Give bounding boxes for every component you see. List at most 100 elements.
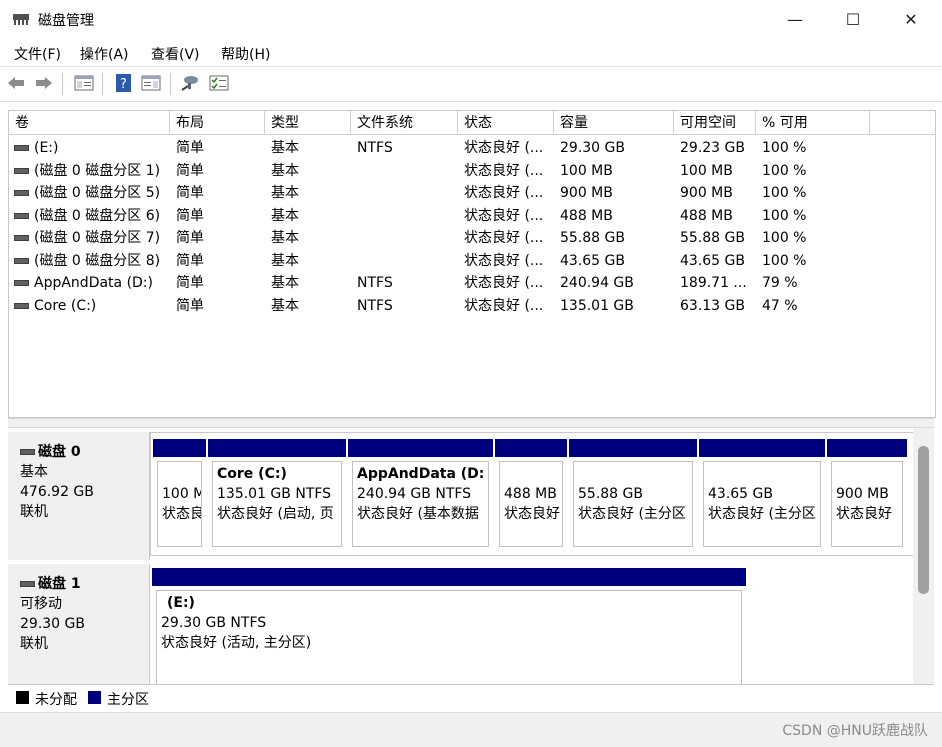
col-header-layout[interactable]: 布局: [170, 111, 265, 135]
forward-arrow-icon[interactable]: [34, 74, 54, 92]
menu-help[interactable]: 帮助(H): [221, 44, 270, 64]
partition-block[interactable]: 488 MB 状态良好: [495, 439, 567, 551]
primary-partition-bar: [152, 568, 746, 586]
partition-size: 240.94 GB NTFS: [357, 486, 472, 502]
table-cell: 29.30 GB: [560, 140, 625, 156]
legend-label-unallocated: 未分配: [35, 692, 77, 708]
partition-status: 状态良好 (基本数据: [357, 506, 479, 522]
table-cell: (磁盘 0 磁盘分区 6): [34, 207, 161, 224]
table-row[interactable]: (磁盘 0 磁盘分区 7) 简单 基本 状态良好 (... 55.88 GB 55.88 …: [9, 227, 935, 249]
table-cell: 63.13 GB: [680, 297, 745, 314]
back-arrow-icon[interactable]: [6, 74, 26, 92]
table-cell: 简单: [176, 297, 204, 314]
disk-1-label[interactable]: 磁盘 1 可移动 29.30 GB 联机: [8, 564, 150, 684]
table-row[interactable]: Core (C:) 简单 基本 NTFS 状态良好 (... 135.01 GB 63.13…: [9, 295, 935, 317]
table-cell: 100 MB: [680, 162, 733, 179]
table-row[interactable]: (E:) 简单 基本 NTFS 状态良好 (... 29.30 GB 29.23 GB 100…: [9, 137, 935, 159]
partition-block[interactable]: 55.88 GB 状态良好 (主分区: [569, 439, 697, 551]
console-tree-icon[interactable]: [74, 74, 94, 92]
partition-status: 状态良好 (主分区: [708, 506, 816, 522]
table-cell: 100 %: [762, 162, 807, 179]
volume-icon: [14, 190, 29, 196]
col-header-free-space[interactable]: 可用空间: [674, 111, 756, 135]
disk-0-name: 磁盘 0: [38, 444, 81, 460]
primary-partition-bar: [699, 439, 825, 457]
legend-swatch-primary: [88, 691, 101, 704]
close-button[interactable]: ✕: [882, 0, 940, 40]
scrollbar-thumb[interactable]: [918, 446, 929, 594]
maximize-button[interactable]: ☐: [824, 0, 882, 40]
table-cell: 100 %: [762, 252, 807, 269]
table-cell: 79 %: [762, 275, 798, 291]
menu-bar: 文件(F) 操作(A) 查看(V) 帮助(H): [0, 40, 942, 67]
primary-partition-bar: [348, 439, 493, 457]
table-cell: 基本: [271, 252, 299, 269]
svg-text:?: ?: [120, 77, 127, 92]
partition-title: [578, 464, 688, 484]
col-header-capacity[interactable]: 容量: [554, 111, 674, 135]
partition-size: 135.01 GB NTFS: [217, 486, 332, 502]
partition-size: 900 MB: [836, 486, 889, 502]
partition-size: 100 MB: [162, 486, 201, 502]
window-title: 磁盘管理: [38, 13, 94, 29]
partition-status: 状态良好: [162, 506, 201, 522]
disk-0-label[interactable]: 磁盘 0 基本 476.92 GB 联机: [8, 432, 150, 560]
col-header-status[interactable]: 状态: [458, 111, 554, 135]
table-cell: 100 %: [762, 140, 807, 156]
partition-block[interactable]: Core (C:) 135.01 GB NTFS 状态良好 (启动, 页: [208, 439, 346, 551]
partition-block[interactable]: 900 MB 状态良好: [827, 439, 907, 551]
help-icon[interactable]: ?: [114, 74, 134, 92]
disk-0-partitions: 100 MB 状态良好 Core (C:) 135.01 GB NTFS 状态良好 (启…: [150, 432, 914, 556]
col-header-volume[interactable]: 卷: [9, 111, 170, 135]
partition-e[interactable]: (E:) 29.30 GB NTFS 状态良好 (活动, 主分区): [152, 568, 746, 684]
minimize-button[interactable]: —: [766, 0, 824, 40]
table-cell: 状态良好 (...: [464, 207, 544, 224]
menu-action[interactable]: 操作(A): [80, 44, 129, 64]
volume-list[interactable]: 卷 布局 类型 文件系统 状态 容量 可用空间 % 可用 (E:) 简单 基本 NTF…: [8, 110, 936, 418]
partition-body: 488 MB 状态良好: [499, 461, 563, 547]
properties-icon[interactable]: [209, 74, 229, 92]
partition-block[interactable]: 43.65 GB 状态良好 (主分区: [699, 439, 825, 551]
table-cell: (磁盘 0 磁盘分区 5): [34, 185, 161, 201]
volume-icon: [14, 235, 29, 241]
partition-status: 状态良好 (活动, 主分区): [161, 635, 312, 651]
partition-block[interactable]: 100 MB 状态良好: [153, 439, 206, 551]
pane-splitter[interactable]: [8, 418, 934, 428]
table-cell: 基本: [271, 162, 299, 179]
partition-block[interactable]: AppAndData (D: 240.94 GB NTFS 状态良好 (基本数据: [348, 439, 493, 551]
col-header-type[interactable]: 类型: [265, 111, 351, 135]
table-cell: NTFS: [357, 140, 393, 156]
table-row[interactable]: (磁盘 0 磁盘分区 1) 简单 基本 状态良好 (... 100 MB 100 MB 10…: [9, 160, 935, 182]
table-cell: 135.01 GB: [560, 297, 634, 314]
col-header-filesystem[interactable]: 文件系统: [351, 111, 458, 135]
table-cell: 基本: [271, 140, 299, 156]
table-row[interactable]: (磁盘 0 磁盘分区 6) 简单 基本 状态良好 (... 488 MB 488 MB 10…: [9, 205, 935, 227]
disk-1-name: 磁盘 1: [38, 576, 81, 592]
menu-file[interactable]: 文件(F): [14, 44, 61, 64]
table-cell: [357, 250, 457, 272]
partition-size: 488 MB: [504, 486, 557, 502]
legend-swatch-unallocated: [16, 691, 29, 704]
menu-view[interactable]: 查看(V): [151, 44, 200, 64]
table-cell: AppAndData (D:): [34, 275, 153, 291]
table-cell: 简单: [176, 275, 204, 291]
action-pane-icon[interactable]: [141, 74, 161, 92]
col-header-percent-free[interactable]: % 可用: [756, 111, 870, 135]
table-cell: 状态良好 (...: [464, 252, 544, 269]
disk-view-scrollbar[interactable]: [913, 428, 934, 684]
table-row[interactable]: (磁盘 0 磁盘分区 8) 简单 基本 状态良好 (... 43.65 GB 43.65 …: [9, 250, 935, 272]
table-row[interactable]: (磁盘 0 磁盘分区 5) 简单 基本 状态良好 (... 900 MB 900 MB 10…: [9, 182, 935, 204]
disk-1-size: 29.30 GB: [20, 616, 85, 632]
connect-icon[interactable]: [180, 74, 200, 92]
disk-graphic-view: 磁盘 0 基本 476.92 GB 联机 100 MB 状态良好 Core (C:)…: [8, 428, 934, 684]
volume-icon: [14, 302, 29, 309]
table-cell: [357, 205, 457, 227]
disk-1-status: 联机: [20, 636, 48, 652]
disk-0-size: 476.92 GB: [20, 484, 94, 500]
table-cell: 43.65 GB: [680, 252, 745, 269]
watermark-text: CSDN @HNU跃鹿战队: [782, 723, 928, 739]
table-row[interactable]: AppAndData (D:) 简单 基本 NTFS 状态良好 (... 240.94 G…: [9, 272, 935, 294]
primary-partition-bar: [153, 439, 206, 457]
primary-partition-bar: [569, 439, 697, 457]
table-cell: 43.65 GB: [560, 252, 625, 269]
